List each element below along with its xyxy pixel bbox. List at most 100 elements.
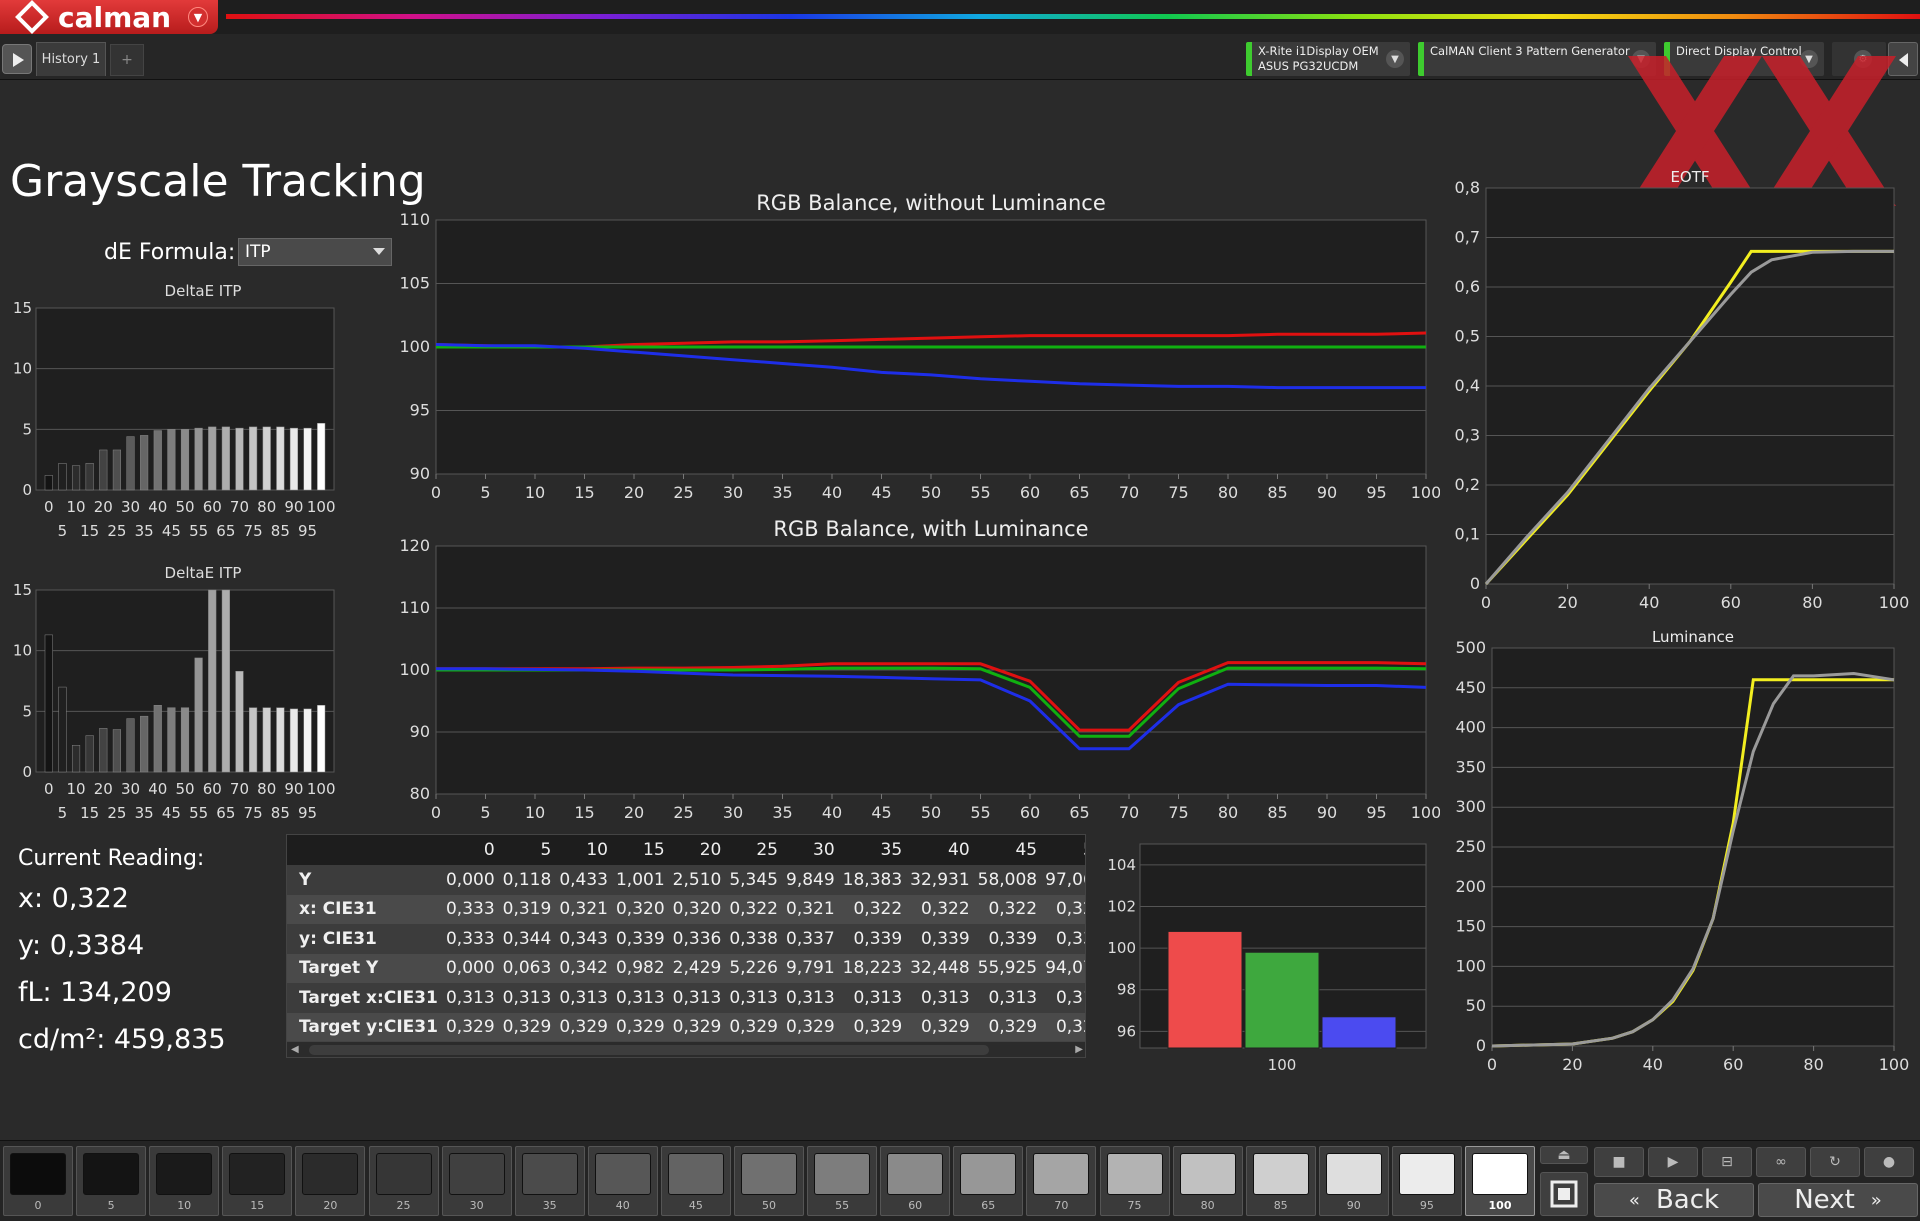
loop-icon[interactable]: ∞ [1756, 1147, 1806, 1177]
patch-label: 35 [542, 1199, 557, 1212]
bar [303, 708, 312, 773]
patch-swatch-30[interactable]: 30 [441, 1146, 512, 1216]
x-tick-label: 75 [244, 804, 263, 822]
table-row-header: Y [287, 865, 446, 895]
chevron-down-icon[interactable]: ▼ [1386, 50, 1404, 68]
table-cell: 1,001 [615, 865, 673, 895]
x-tick-label: 100 [1411, 483, 1440, 502]
x-tick-label: 55 [189, 522, 208, 540]
table-column-header[interactable]: 10 [559, 835, 616, 865]
play-icon[interactable] [2, 44, 32, 74]
patch-swatch-85[interactable]: 85 [1245, 1146, 1316, 1216]
patch-swatch-35[interactable]: 35 [514, 1146, 585, 1216]
table-cell: 0,339 [910, 924, 978, 954]
y-tick-label: 110 [399, 598, 430, 617]
x-tick-label: 10 [525, 483, 545, 502]
table-column-header[interactable]: 35 [842, 835, 911, 865]
patch-swatch-65[interactable]: 65 [953, 1146, 1024, 1216]
back-button[interactable]: « Back [1594, 1183, 1754, 1217]
tab-history-1[interactable]: History 1 [36, 42, 106, 76]
patch-swatch-40[interactable]: 40 [587, 1146, 658, 1216]
meter-name: X-Rite i1Display OEM [1258, 44, 1379, 58]
app-logo[interactable]: calman ▼ [0, 0, 218, 34]
table-cell: 58,008 [977, 865, 1046, 895]
x-tick-label: 5 [58, 522, 68, 540]
table-cell: 0,329 [977, 1012, 1046, 1042]
generator-device[interactable]: CalMAN Client 3 Pattern Generator ▼ [1418, 42, 1656, 76]
y-tick-label: 80 [410, 784, 430, 803]
table-cell: 0,339 [842, 924, 911, 954]
patch-color [83, 1153, 140, 1195]
patch-swatch-90[interactable]: 90 [1318, 1146, 1389, 1216]
y-tick-label: 450 [1455, 678, 1486, 697]
next-button[interactable]: Next » [1758, 1183, 1918, 1217]
stop-read-icon[interactable] [1540, 1172, 1588, 1216]
table-cell: 0,313 [786, 983, 843, 1013]
table-column-header[interactable]: 45 [977, 835, 1046, 865]
y-tick-label: 104 [1107, 856, 1136, 874]
patch-swatch-15[interactable]: 15 [222, 1146, 293, 1216]
table-column-header[interactable]: 20 [672, 835, 730, 865]
table-column-header[interactable]: 25 [729, 835, 786, 865]
patch-swatch-75[interactable]: 75 [1099, 1146, 1170, 1216]
add-tab-button[interactable]: + [110, 44, 144, 76]
de-formula-select[interactable]: ITP [238, 238, 392, 266]
x-tick-label: 80 [257, 780, 276, 798]
table-column-header[interactable]: 15 [615, 835, 673, 865]
hold-icon[interactable]: ⊟ [1702, 1147, 1752, 1177]
x-tick-label: 0 [431, 483, 441, 502]
measurement-table[interactable]: 0510152025303540455055Y0,0000,1180,4331,… [286, 834, 1086, 1058]
patch-label: 15 [250, 1199, 265, 1212]
x-tick-label: 15 [80, 522, 99, 540]
refresh-icon[interactable]: ↻ [1810, 1147, 1860, 1177]
horizontal-scrollbar[interactable]: ◀ ▶ [287, 1041, 1085, 1057]
x-tick-label: 70 [230, 498, 249, 516]
patch-swatch-70[interactable]: 70 [1026, 1146, 1097, 1216]
table-cell: 18,383 [842, 865, 911, 895]
patch-label: 0 [34, 1199, 42, 1212]
record-icon[interactable]: ● [1864, 1147, 1914, 1177]
patch-swatch-60[interactable]: 60 [880, 1146, 951, 1216]
patch-swatch-50[interactable]: 50 [734, 1146, 804, 1216]
eject-icon[interactable]: ⏏ [1540, 1146, 1588, 1164]
table-column-header[interactable]: 0 [445, 835, 503, 865]
table-cell: 0,313 [842, 983, 911, 1013]
stop-icon[interactable]: ■ [1594, 1147, 1644, 1177]
bar [235, 671, 244, 773]
patch-swatch-20[interactable]: 20 [295, 1146, 366, 1216]
scroll-right-icon[interactable]: ▶ [1075, 1044, 1083, 1055]
scrollbar-thumb[interactable] [309, 1045, 989, 1055]
bar [249, 426, 258, 491]
patch-swatch-10[interactable]: 10 [149, 1146, 220, 1216]
patch-swatch-0[interactable]: 0 [3, 1146, 73, 1216]
table-cell: 0,313 [1045, 983, 1085, 1013]
x-tick-label: 55 [970, 803, 990, 822]
patch-label: 10 [177, 1199, 192, 1212]
patch-swatch-25[interactable]: 25 [368, 1146, 439, 1216]
patch-swatch-45[interactable]: 45 [660, 1146, 731, 1216]
x-tick-label: 40 [1639, 593, 1659, 612]
table-cell: 0,339 [615, 924, 673, 954]
chevron-down-icon[interactable]: ▼ [188, 7, 208, 27]
table-column-header[interactable]: 30 [786, 835, 843, 865]
patch-swatch-100[interactable]: 100 [1465, 1146, 1535, 1216]
meter-device[interactable]: X-Rite i1Display OEM ASUS PG32UCDM ▼ [1246, 42, 1410, 76]
table-column-header[interactable]: 5 [502, 835, 560, 865]
patch-swatch-95[interactable]: 95 [1391, 1146, 1462, 1216]
table-column-header[interactable]: 40 [910, 835, 978, 865]
y-tick-label: 100 [1107, 939, 1136, 957]
x-tick-label: 25 [673, 803, 693, 822]
x-tick-label: 60 [1020, 483, 1040, 502]
x-tick-label: 10 [67, 498, 86, 516]
chart-title: RGB Balance, without Luminance [756, 191, 1106, 215]
patch-swatch-5[interactable]: 5 [76, 1146, 147, 1216]
play-icon[interactable]: ▶ [1648, 1147, 1698, 1177]
patch-swatch-55[interactable]: 55 [807, 1146, 878, 1216]
y-tick-label: 15 [13, 581, 32, 599]
patch-swatch-80[interactable]: 80 [1172, 1146, 1243, 1216]
y-tick-label: 0 [1476, 1036, 1486, 1055]
table-column-header[interactable]: 50 [1045, 835, 1085, 865]
table-cell: 0,333 [445, 894, 503, 924]
scroll-left-icon[interactable]: ◀ [291, 1044, 299, 1055]
bar [112, 449, 121, 491]
